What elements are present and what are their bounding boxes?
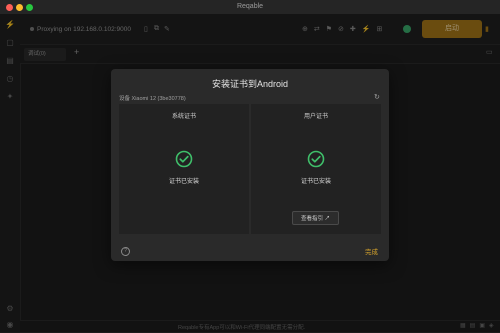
view-guide-button[interactable]: 查看指引 ↗	[292, 211, 339, 225]
system-cert-heading: 系统证书	[171, 114, 196, 120]
app-window: Reqable ⚡ ▢ ▤ ◷ ✦ ⚙ ◉ Proxying on 192.16…	[0, 0, 500, 333]
check-circle-icon	[307, 150, 325, 168]
title-bar: Reqable	[0, 0, 500, 14]
check-circle-icon	[175, 150, 193, 168]
device-label: 设备	[119, 96, 131, 102]
done-button[interactable]: 完成	[365, 246, 378, 256]
refresh-icon[interactable]: ↻	[374, 93, 380, 101]
system-cert-state: 证书已安装	[168, 179, 199, 185]
view-guide-label: 查看指引	[300, 216, 323, 222]
cert-panel: 系统证书 证书已安装 用户证书 证书已安装 查看指引 ↗	[119, 104, 381, 304]
device-info: 设备 Xiaomi 12 (3be30778)	[119, 94, 186, 102]
external-link-icon: ↗	[324, 216, 331, 222]
dialog-title: 安装证书到Android	[211, 79, 289, 89]
user-cert-state: 证书已安装	[300, 179, 331, 185]
device-name: Xiaomi 12 (3be30778)	[131, 96, 186, 102]
window-title: Reqable	[236, 3, 264, 10]
system-cert-card: 系统证书 证书已安装	[119, 104, 249, 234]
user-cert-heading: 用户证书	[303, 114, 328, 120]
help-icon[interactable]: ?	[121, 247, 130, 256]
install-cert-dialog: 安装证书到Android 设备 Xiaomi 12 (3be30778) ↻ 系…	[111, 69, 389, 261]
user-cert-card: 用户证书 证书已安装 查看指引 ↗	[251, 104, 381, 234]
